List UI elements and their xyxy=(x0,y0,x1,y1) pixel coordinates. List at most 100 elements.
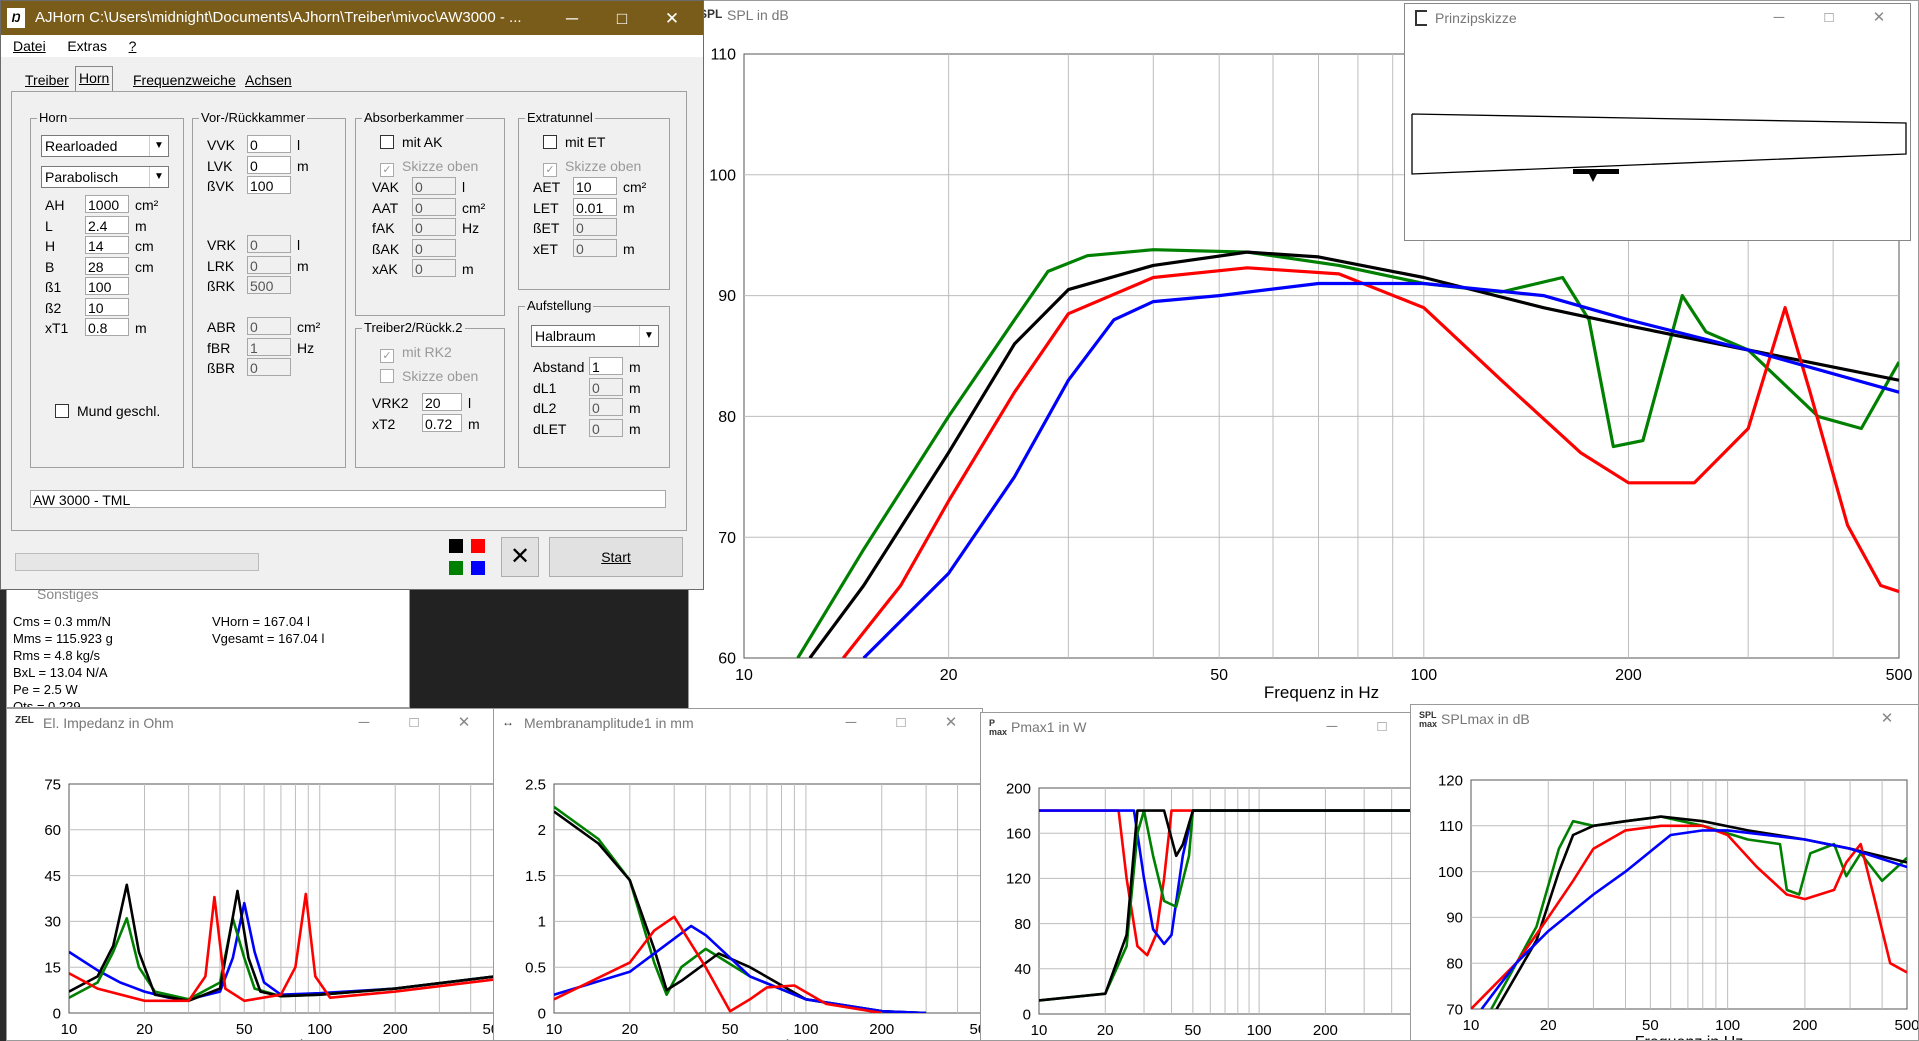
ak-skizze-oben-checkbox[interactable]: ✓ Skizze oben xyxy=(380,157,478,177)
field-label: xT1 xyxy=(45,320,69,336)
pmax-minimize-button[interactable]: ─ xyxy=(1307,715,1357,739)
field-input[interactable]: 1 xyxy=(247,337,291,356)
menu-help[interactable]: ? xyxy=(129,38,137,54)
mit-et-label: mit ET xyxy=(565,134,606,150)
color-swatch-green xyxy=(449,561,463,575)
aufstellung-select[interactable]: Halbraum ▼ xyxy=(531,325,659,347)
chart-grid xyxy=(68,783,495,1014)
tab-treiber[interactable]: Treiber xyxy=(25,69,69,91)
plot-area xyxy=(1038,787,1413,1015)
field-input[interactable]: 100 xyxy=(85,277,129,295)
field-input[interactable]: 1000 xyxy=(85,195,129,213)
pmax-title-bar[interactable]: Pmax Pmax1 in W ─ □ xyxy=(981,713,1413,741)
progress-bar xyxy=(15,553,259,571)
pmax-maximize-button[interactable]: □ xyxy=(1357,715,1407,739)
main-title-bar[interactable]: Ŋ AJHorn C:\Users\midnight\Documents\AJh… xyxy=(1,1,703,35)
x-tick-label: 200 xyxy=(1615,667,1642,684)
field-input[interactable]: 0 xyxy=(412,197,456,216)
skizze-maximize-button[interactable]: □ xyxy=(1804,6,1854,30)
field-input[interactable]: 0.72 xyxy=(422,413,462,432)
field-input[interactable]: 28 xyxy=(85,256,129,275)
mit-ak-checkbox[interactable]: mit AK xyxy=(380,133,442,151)
field-input[interactable]: 14 xyxy=(85,236,129,254)
x-tick-label: 10 xyxy=(735,667,753,684)
skizze-minimize-button[interactable]: ─ xyxy=(1754,6,1804,30)
field-input[interactable]: 0 xyxy=(247,255,291,274)
cancel-button[interactable]: ✕ xyxy=(501,537,539,577)
field-input[interactable]: 0.8 xyxy=(85,318,129,336)
x-tick-label: 10 xyxy=(1463,1017,1480,1034)
description-field[interactable]: AW 3000 - TML xyxy=(30,490,666,508)
field-input[interactable]: 0 xyxy=(589,377,623,396)
vrk-row: VRK 0 l xyxy=(207,235,337,255)
membran-maximize-button[interactable]: □ xyxy=(876,711,926,735)
horn-profile-select[interactable]: Parabolisch ▼ xyxy=(41,166,169,188)
field-input[interactable]: 2.4 xyxy=(85,215,129,234)
impedanz-window[interactable]: ZEL El. Impedanz in Ohm ─ □ ✕ 0 15 30 45 60 7… xyxy=(6,708,496,1041)
horn-tab-panel: Horn Rearloaded ▼ Parabolisch ▼ AH 1000 cm² L… xyxy=(11,91,687,531)
membran-title-bar[interactable]: ↔ Membranamplitude1 in mm ─ □ ✕ xyxy=(494,709,982,737)
field-input[interactable]: 0 xyxy=(412,238,456,257)
mit-et-checkbox[interactable]: mit ET xyxy=(543,133,605,151)
membran-window[interactable]: ↔ Membranamplitude1 in mm ─ □ ✕ 0 0.5 1 1.5… xyxy=(493,708,983,1041)
impedanz-maximize-button[interactable]: □ xyxy=(389,711,439,735)
field-input[interactable]: 0 xyxy=(573,218,617,236)
field-input[interactable]: 0 xyxy=(573,238,617,257)
main-maximize-button[interactable]: □ xyxy=(597,3,647,35)
et-skizze-oben-checkbox[interactable]: ✓ Skizze oben xyxy=(543,157,641,177)
field-input[interactable]: 20 xyxy=(422,393,462,411)
membran-close-button[interactable]: ✕ xyxy=(926,711,976,735)
main-close-button[interactable]: ✕ xyxy=(647,3,697,35)
sonstiges-window[interactable]: Sonstiges Cms = 0.3 mm/N Mms = 115.923 g… xyxy=(6,580,410,708)
rk2-skizze-oben-checkbox[interactable]: Skizze oben xyxy=(380,367,478,385)
impedanz-minimize-button[interactable]: ─ xyxy=(339,711,389,735)
field-input[interactable]: 500 xyxy=(247,276,291,294)
1-row: ß1 100 xyxy=(45,277,175,297)
ajhorn-main-window[interactable]: Ŋ AJHorn C:\Users\midnight\Documents\AJh… xyxy=(0,0,704,590)
menu-datei[interactable]: Datei xyxy=(13,38,46,54)
tab-horn[interactable]: Horn xyxy=(75,66,114,92)
field-input[interactable]: 10 xyxy=(573,177,617,195)
skizze-title-bar[interactable]: Prinzipskizze ─ □ ✕ xyxy=(1405,4,1910,32)
field-input[interactable]: 1 xyxy=(589,357,623,375)
field-input[interactable]: 100 xyxy=(247,176,291,194)
field-input[interactable]: 0.01 xyxy=(573,197,617,216)
description-row: AW 3000 - TML xyxy=(30,490,670,510)
field-unit: cm² xyxy=(297,319,321,335)
field-input[interactable]: 0 xyxy=(247,358,291,376)
y-tick-label: 110 xyxy=(1439,818,1463,835)
impedanz-title-bar[interactable]: ZEL El. Impedanz in Ohm ─ □ ✕ xyxy=(7,709,495,737)
skizze-close-button[interactable]: ✕ xyxy=(1854,6,1904,30)
field-unit: cm xyxy=(135,258,154,275)
field-input[interactable]: 0 xyxy=(589,418,623,437)
field-input[interactable]: 0 xyxy=(247,317,291,335)
main-minimize-button[interactable]: ─ xyxy=(547,3,597,35)
field-input[interactable]: 0 xyxy=(589,398,623,416)
membran-minimize-button[interactable]: ─ xyxy=(826,711,876,735)
field-input[interactable]: 0 xyxy=(247,135,291,153)
checkbox-box xyxy=(543,135,557,149)
field-input[interactable]: 0 xyxy=(412,177,456,195)
chevron-down-icon: ▼ xyxy=(639,326,658,346)
start-button[interactable]: Start xyxy=(549,537,683,577)
field-input[interactable]: 0 xyxy=(412,259,456,277)
impedanz-close-button[interactable]: ✕ xyxy=(439,711,489,735)
tab-frequenzweiche[interactable]: Frequenzweiche xyxy=(133,69,236,91)
xt1-row: xT1 0.8 m xyxy=(45,318,175,338)
horn-type-select[interactable]: Rearloaded ▼ xyxy=(41,135,169,157)
field-unit: l xyxy=(297,237,301,253)
field-input[interactable]: 10 xyxy=(85,297,129,316)
mund-geschl-checkbox[interactable]: Mund geschl. xyxy=(55,402,160,420)
prinzipskizze-window[interactable]: Prinzipskizze ─ □ ✕ xyxy=(1404,3,1911,241)
splmax-window[interactable]: SPL max SPLmax in dB ✕ 70 80 90 100 110 120 10 2… xyxy=(1410,704,1919,1041)
menu-extras[interactable]: Extras xyxy=(67,38,107,54)
splmax-title-bar[interactable]: SPL max SPLmax in dB ✕ xyxy=(1411,705,1918,733)
field-input[interactable]: 0 xyxy=(412,218,456,236)
pmax-window[interactable]: Pmax Pmax1 in W ─ □ 0 40 80 120 160 200 10 20 50… xyxy=(980,712,1414,1041)
tab-achsen[interactable]: Achsen xyxy=(245,69,292,91)
mit-rk2-checkbox[interactable]: ✓ mit RK2 xyxy=(380,343,452,363)
splmax-close-button[interactable]: ✕ xyxy=(1862,707,1912,731)
field-input[interactable]: 0 xyxy=(247,235,291,253)
field-input[interactable]: 0 xyxy=(247,155,291,174)
mund-geschl-label: Mund geschl. xyxy=(77,403,161,419)
